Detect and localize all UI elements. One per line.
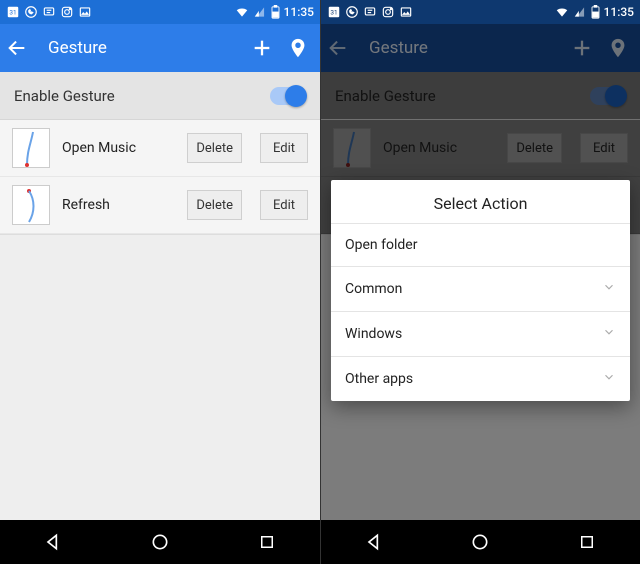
enable-gesture-switch[interactable] — [270, 87, 306, 105]
signal-icon — [253, 5, 267, 19]
nav-home[interactable] — [130, 528, 190, 556]
gesture-thumbnail — [12, 185, 50, 225]
phone-right: 31 11:35 Gesture Enable Gesture O — [320, 0, 640, 564]
edit-button[interactable]: Edit — [260, 133, 308, 163]
page-title: Gesture — [48, 38, 240, 58]
nav-back[interactable] — [23, 528, 83, 556]
nav-recent[interactable] — [237, 528, 297, 556]
enable-gesture-label: Enable Gesture — [14, 87, 115, 105]
gesture-label: Open Music — [62, 140, 175, 156]
clock-text: 11:35 — [604, 5, 634, 19]
nav-bar — [0, 520, 320, 564]
dialog-item-windows[interactable]: Windows — [331, 311, 630, 356]
nav-bar — [321, 520, 640, 564]
message-icon — [363, 5, 377, 19]
app-bar: Gesture — [0, 24, 320, 72]
dialog-item-common[interactable]: Common — [331, 266, 630, 311]
svg-text:31: 31 — [9, 8, 16, 16]
nav-home[interactable] — [450, 528, 510, 556]
chevron-down-icon — [602, 280, 616, 298]
message-icon — [42, 5, 56, 19]
gesture-label: Refresh — [62, 197, 175, 213]
gallery-icon — [399, 5, 413, 19]
calendar-icon: 31 — [327, 5, 341, 19]
whatsapp-icon — [24, 5, 38, 19]
battery-icon — [591, 5, 600, 19]
gesture-thumbnail — [12, 128, 50, 168]
status-bar: 31 11:35 — [321, 0, 640, 24]
back-icon[interactable] — [6, 37, 28, 59]
chevron-down-icon — [602, 325, 616, 343]
select-action-dialog: Select Action Open folder Common Windows… — [331, 180, 630, 401]
wifi-icon — [235, 5, 249, 19]
whatsapp-icon — [345, 5, 359, 19]
gesture-item: Refresh Delete Edit — [0, 177, 320, 234]
nav-back[interactable] — [344, 528, 404, 556]
chevron-down-icon — [602, 370, 616, 388]
dialog-item-other-apps[interactable]: Other apps — [331, 356, 630, 401]
dialog-item-label: Common — [345, 281, 402, 297]
battery-icon — [271, 5, 280, 19]
dialog-item-label: Other apps — [345, 371, 413, 387]
nav-recent[interactable] — [557, 528, 617, 556]
phone-left: 31 11:35 Gesture Enable Gesture O — [0, 0, 320, 564]
dialog-title: Select Action — [331, 180, 630, 223]
dialog-item-label: Open folder — [345, 237, 417, 253]
delete-button[interactable]: Delete — [187, 190, 242, 220]
gesture-item: Open Music Delete Edit — [0, 120, 320, 177]
location-icon[interactable] — [286, 36, 310, 60]
instagram-icon — [381, 5, 395, 19]
wifi-icon — [555, 5, 569, 19]
calendar-icon: 31 — [6, 5, 20, 19]
status-bar: 31 11:35 — [0, 0, 320, 24]
gallery-icon — [78, 5, 92, 19]
edit-button[interactable]: Edit — [260, 190, 308, 220]
enable-gesture-row[interactable]: Enable Gesture — [0, 72, 320, 120]
clock-text: 11:35 — [284, 5, 314, 19]
add-icon[interactable] — [250, 36, 274, 60]
dialog-item-open-folder[interactable]: Open folder — [331, 223, 630, 266]
dialog-item-label: Windows — [345, 326, 402, 342]
gesture-list: Open Music Delete Edit Refresh Delete Ed… — [0, 120, 320, 235]
signal-icon — [573, 5, 587, 19]
instagram-icon — [60, 5, 74, 19]
delete-button[interactable]: Delete — [187, 133, 242, 163]
svg-text:31: 31 — [330, 8, 337, 16]
